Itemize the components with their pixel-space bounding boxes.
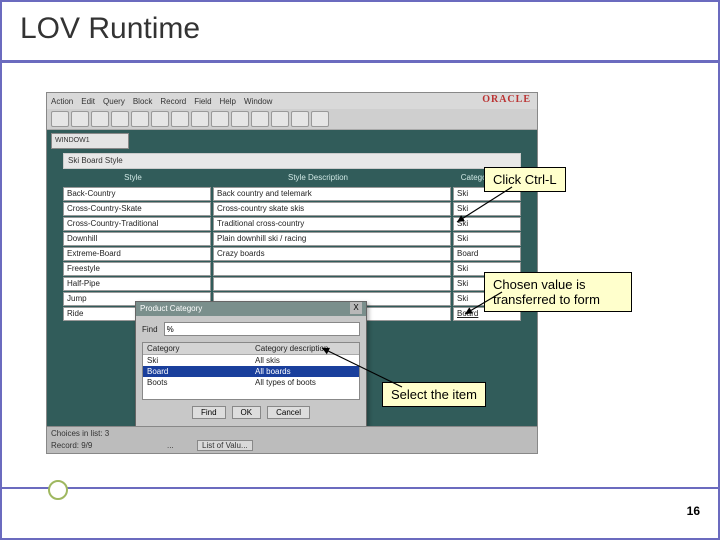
menu-block[interactable]: Block	[133, 97, 153, 106]
lov-list[interactable]: Category Category description Ski All sk…	[142, 342, 360, 400]
menu-window[interactable]: Window	[244, 97, 272, 106]
lov-col-desc: Category description	[251, 343, 359, 354]
callout-chosen-value: Chosen value is transferred to form	[484, 272, 632, 312]
lov-list-header: Category Category description	[143, 343, 359, 355]
callout-click-ctrl-l: Click Ctrl-L	[484, 167, 566, 192]
table-row: Half-Pipe Ski	[63, 277, 521, 291]
toolbar-button[interactable]	[91, 111, 109, 127]
menu-edit[interactable]: Edit	[81, 97, 95, 106]
toolbar-button[interactable]	[211, 111, 229, 127]
cell-style[interactable]: Half-Pipe	[63, 277, 211, 291]
brand-logo: ORACLE	[482, 94, 531, 105]
cell-style[interactable]: Extreme-Board	[63, 247, 211, 261]
lov-cell-cat: Ski	[143, 355, 251, 366]
toolbar-button[interactable]	[71, 111, 89, 127]
lov-find-label: Find	[142, 325, 158, 334]
status-dots: ...	[167, 441, 174, 450]
lov-cell-desc: All boards	[251, 366, 359, 377]
cell-desc[interactable]: Back country and telemark	[213, 187, 451, 201]
col-desc: Style Description	[203, 173, 433, 185]
lov-row[interactable]: Boots All types of boots	[143, 377, 359, 388]
toolbar	[47, 109, 537, 130]
toolbar-button[interactable]	[231, 111, 249, 127]
title-rule	[2, 60, 718, 63]
toolbar-button[interactable]	[291, 111, 309, 127]
slide-title: LOV Runtime	[20, 12, 200, 46]
toolbar-button[interactable]	[151, 111, 169, 127]
cell-category[interactable]: Ski	[453, 232, 521, 246]
lov-cell-desc: All types of boots	[251, 377, 359, 388]
lov-cell-desc: All skis	[251, 355, 359, 366]
cell-desc[interactable]	[213, 262, 451, 276]
table-row: Cross-Country-Traditional Traditional cr…	[63, 217, 521, 231]
slide: LOV Runtime Action Edit Query Block Reco…	[0, 0, 720, 540]
find-button[interactable]: Find	[192, 406, 226, 419]
cancel-button[interactable]: Cancel	[267, 406, 310, 419]
cell-style[interactable]: Cross-Country-Traditional	[63, 217, 211, 231]
lov-title-text: Product Category	[140, 302, 202, 316]
toolbar-button[interactable]	[271, 111, 289, 127]
cell-category[interactable]: Ski	[453, 202, 521, 216]
toolbar-button[interactable]	[251, 111, 269, 127]
cell-category[interactable]: Ski	[453, 217, 521, 231]
lov-find-row: Find	[142, 322, 360, 336]
toolbar-button[interactable]	[311, 111, 329, 127]
toolbar-button[interactable]	[51, 111, 69, 127]
lov-find-input[interactable]	[164, 322, 360, 336]
lov-body: Find Category Category description Ski A…	[136, 316, 366, 425]
cell-style[interactable]: Downhill	[63, 232, 211, 246]
status-record: Record: 9/9	[51, 441, 92, 450]
lov-dialog[interactable]: Product Category X Find Category Categor…	[135, 301, 367, 443]
cell-style[interactable]: Freestyle	[63, 262, 211, 276]
toolbar-button[interactable]	[131, 111, 149, 127]
lov-buttons: Find OK Cancel	[142, 406, 360, 419]
status-choices: Choices in list: 3	[51, 429, 109, 438]
status-hint: List of Valu...	[197, 440, 253, 451]
menu-help[interactable]: Help	[220, 97, 236, 106]
lov-titlebar[interactable]: Product Category X	[136, 302, 366, 316]
cell-style[interactable]: Back-Country	[63, 187, 211, 201]
menubar[interactable]: Action Edit Query Block Record Field Hel…	[47, 93, 537, 110]
cell-desc[interactable]	[213, 277, 451, 291]
table-row: Downhill Plain downhill ski / racing Ski	[63, 232, 521, 246]
table-row: Freestyle Ski	[63, 262, 521, 276]
menu-record[interactable]: Record	[160, 97, 186, 106]
lov-col-category: Category	[143, 343, 251, 354]
form-block-title: Ski Board Style	[63, 153, 521, 169]
lov-row[interactable]: Ski All skis	[143, 355, 359, 366]
toolbar-button[interactable]	[111, 111, 129, 127]
table-row: Back-Country Back country and telemark S…	[63, 187, 521, 201]
menu-field[interactable]: Field	[194, 97, 211, 106]
footer-rule	[2, 487, 718, 489]
status-bar: Choices in list: 3 Record: 9/9 ... List …	[47, 426, 537, 453]
table-row: Extreme-Board Crazy boards Board	[63, 247, 521, 261]
cell-style[interactable]: Cross-Country-Skate	[63, 202, 211, 216]
grid-headers: Style Style Description Category	[63, 173, 521, 185]
toolbar-button[interactable]	[171, 111, 189, 127]
lov-cell-cat: Board	[143, 366, 251, 377]
cell-desc[interactable]: Cross-country skate skis	[213, 202, 451, 216]
lov-row-selected[interactable]: Board All boards	[143, 366, 359, 377]
page-number: 16	[687, 504, 700, 518]
col-style: Style	[63, 173, 203, 185]
cell-desc[interactable]: Plain downhill ski / racing	[213, 232, 451, 246]
table-row: Cross-Country-Skate Cross-country skate …	[63, 202, 521, 216]
toolbar-button[interactable]	[191, 111, 209, 127]
callout-select-item: Select the item	[382, 382, 486, 407]
lov-cell-cat: Boots	[143, 377, 251, 388]
cell-category[interactable]: Board	[453, 247, 521, 261]
footer-bullet-icon	[48, 480, 68, 500]
cell-desc[interactable]: Traditional cross-country	[213, 217, 451, 231]
menu-action[interactable]: Action	[51, 97, 73, 106]
ok-button[interactable]: OK	[232, 406, 262, 419]
close-icon[interactable]: X	[350, 302, 362, 314]
cell-desc[interactable]: Crazy boards	[213, 247, 451, 261]
menu-query[interactable]: Query	[103, 97, 125, 106]
subwindow-titlebar: WINDOW1	[51, 133, 129, 149]
